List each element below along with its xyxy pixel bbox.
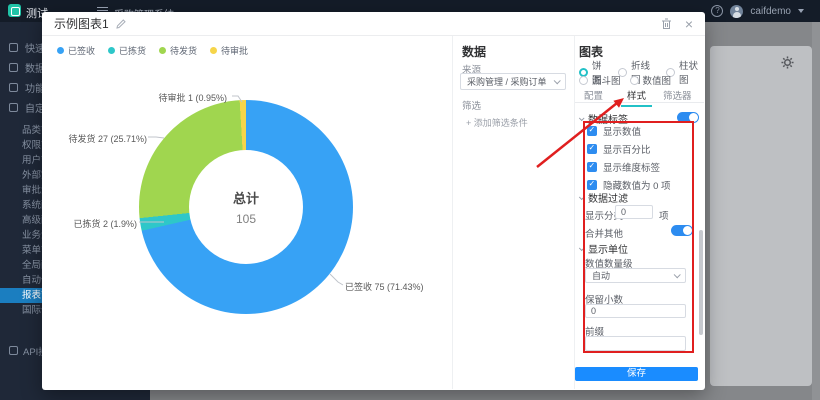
user-caret-down-icon[interactable] xyxy=(798,9,804,13)
checkbox-checked-icon xyxy=(587,162,597,172)
chart-config-panel: 图表 饼图 折线图 柱状图 漏斗图 数值图 配置 样式 筛选器 数据标签 显示数… xyxy=(575,36,705,389)
legend-item[interactable]: 待审批 xyxy=(210,44,248,57)
section-data-filter[interactable]: 数据过滤 xyxy=(579,190,628,205)
collapse-caret-icon xyxy=(579,194,585,200)
magnitude-select[interactable]: 自动 xyxy=(585,268,686,283)
add-filter-button[interactable]: + 添加筛选条件 xyxy=(466,116,528,129)
chart-type-bar[interactable]: 柱状图 xyxy=(666,58,705,86)
close-icon[interactable]: × xyxy=(685,17,693,31)
show-count-suffix: 项 xyxy=(659,208,669,222)
config-tabs: 配置 样式 筛选器 xyxy=(575,88,704,103)
legend-item[interactable]: 已签收 xyxy=(57,44,95,57)
pie-callout: 待发货 27 (25.71%) xyxy=(68,132,147,145)
data-source-panel: 数据 来源 采购管理 / 采购订单 筛选 + 添加筛选条件 xyxy=(453,36,575,389)
username: caifdemo xyxy=(750,6,791,17)
merge-others-label: 合并其他 xyxy=(585,226,623,240)
delete-icon[interactable] xyxy=(661,18,672,30)
source-select[interactable]: 采购管理 / 采购订单 xyxy=(460,73,566,90)
tab-filter[interactable]: 筛选器 xyxy=(663,88,692,105)
merge-others-toggle[interactable] xyxy=(671,225,693,236)
section-display-unit[interactable]: 显示单位 xyxy=(579,241,628,256)
checkbox-show-percent[interactable]: 显示百分比 xyxy=(587,142,651,156)
chart-editor-dialog: 示例图表1 × 已签收 已拣货 待发货 待审批 总计 105 待审批 1 (0.… xyxy=(42,12,705,390)
pie-callout: 待审批 1 (0.95%) xyxy=(158,91,227,104)
checkbox-checked-icon xyxy=(587,144,597,154)
edit-pencil-icon[interactable] xyxy=(116,19,126,29)
api-icon xyxy=(9,346,18,355)
chevron-down-icon xyxy=(554,77,561,84)
pie-callout: 已签收 75 (71.43%) xyxy=(345,280,424,293)
legend-dot xyxy=(159,47,166,54)
legend-dot xyxy=(108,47,115,54)
chart-legend: 已签收 已拣货 待发货 待审批 xyxy=(57,44,248,57)
page-icon xyxy=(9,103,18,112)
show-count-input[interactable] xyxy=(615,205,653,219)
tab-config[interactable]: 配置 xyxy=(584,88,603,105)
data-label-toggle[interactable] xyxy=(677,112,699,123)
legend-dot xyxy=(57,47,64,54)
legend-item[interactable]: 已拣货 xyxy=(108,44,146,57)
donut-center-label: 总计 xyxy=(233,188,259,207)
data-panel-heading: 数据 xyxy=(462,43,486,60)
backdrop-page-card xyxy=(710,46,812,386)
component-icon xyxy=(9,83,18,92)
checkbox-checked-icon xyxy=(587,180,597,190)
donut-center-value: 105 xyxy=(236,212,256,226)
dialog-title: 示例图表1 xyxy=(54,15,109,32)
panel-scrollbar-thumb[interactable] xyxy=(699,230,703,335)
help-icon[interactable]: ? xyxy=(711,5,723,17)
chart-type-number[interactable]: 数值图 xyxy=(630,73,672,87)
dashboard-icon xyxy=(9,43,18,52)
donut-ring[interactable] xyxy=(139,100,353,314)
radio-icon xyxy=(630,76,639,85)
app-logo-icon xyxy=(8,4,21,17)
legend-item[interactable]: 待发货 xyxy=(159,44,197,57)
radio-icon xyxy=(579,76,588,85)
checkbox-checked-icon xyxy=(587,126,597,136)
gear-icon xyxy=(781,56,794,69)
tab-style[interactable]: 样式 xyxy=(621,88,652,107)
legend-dot xyxy=(210,47,217,54)
collapse-caret-icon xyxy=(579,115,585,121)
filter-label: 筛选 xyxy=(462,98,481,112)
save-button[interactable]: 保存 xyxy=(575,367,698,381)
dialog-header: 示例图表1 × xyxy=(42,12,705,36)
chevron-down-icon xyxy=(674,271,681,278)
page-scrollbar[interactable] xyxy=(812,22,820,400)
prefix-input[interactable] xyxy=(585,336,686,351)
avatar[interactable] xyxy=(730,5,743,18)
collapse-caret-icon xyxy=(579,245,585,251)
decimals-input[interactable] xyxy=(585,304,686,318)
chart-preview-area: 已签收 已拣货 待发货 待审批 总计 105 待审批 1 (0.95%) 待发货… xyxy=(42,36,453,389)
chart-type-funnel[interactable]: 漏斗图 xyxy=(579,73,621,87)
database-icon xyxy=(9,63,18,72)
checkbox-show-dimension[interactable]: 显示维度标签 xyxy=(587,160,660,174)
pie-callout: 已拣货 2 (1.9%) xyxy=(73,217,137,230)
checkbox-show-value[interactable]: 显示数值 xyxy=(587,124,641,138)
